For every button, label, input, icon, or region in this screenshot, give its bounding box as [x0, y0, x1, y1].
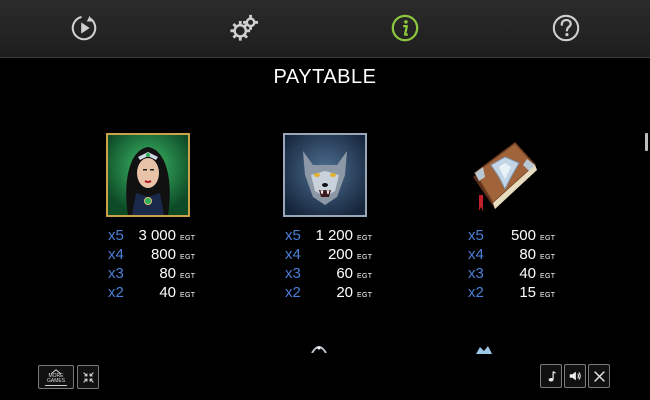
gear-icon: [230, 14, 259, 41]
pay-amount: 60: [336, 265, 353, 282]
pay-currency: EGT: [357, 235, 373, 242]
pay-row: x4 800 EGT: [108, 245, 228, 264]
pay-multiplier: x4: [468, 246, 484, 263]
pay-amount: 40: [159, 284, 176, 301]
pay-amount: 200: [327, 246, 353, 263]
help-button[interactable]: [550, 12, 582, 44]
pay-multiplier: x4: [108, 246, 124, 263]
pay-amount: 3 000: [138, 227, 176, 244]
exit-fullscreen-button[interactable]: [77, 365, 99, 389]
pay-currency: EGT: [540, 235, 556, 242]
more-games-button[interactable]: MORE GAMES: [38, 365, 74, 389]
pay-multiplier: x3: [285, 265, 301, 282]
pay-multiplier: x4: [285, 246, 301, 263]
pay-multiplier: x5: [285, 227, 301, 244]
page-title: PAYTABLE: [273, 66, 377, 88]
music-note-icon: [548, 370, 556, 382]
pay-multiplier: x2: [285, 284, 301, 301]
pay-amount: 15: [519, 284, 536, 301]
close-button[interactable]: [588, 364, 610, 388]
pay-amount: 40: [519, 265, 536, 282]
spellbook-symbol-icon: [463, 137, 547, 221]
pay-amount: 20: [336, 284, 353, 301]
pay-currency: EGT: [357, 273, 373, 280]
settings-button[interactable]: [228, 12, 260, 44]
info-icon: [391, 14, 419, 42]
spellbook-paytable: x5 500 EGT x4 80 EGT x3 40 EGT x2 15 EGT: [468, 226, 588, 302]
pay-currency: EGT: [357, 254, 373, 261]
pay-row: x4 80 EGT: [468, 245, 588, 264]
pay-row: x3 80 EGT: [108, 264, 228, 283]
top-menu-bar: [0, 0, 650, 58]
pay-amount: 800: [150, 246, 176, 263]
pay-currency: EGT: [540, 254, 556, 261]
pay-multiplier: x3: [108, 265, 124, 282]
sorceress-symbol-icon: [106, 133, 190, 217]
close-icon: [593, 370, 605, 382]
pay-currency: EGT: [540, 273, 556, 280]
pay-currency: EGT: [180, 235, 196, 242]
pay-row: x5 500 EGT: [468, 226, 588, 245]
partial-symbol-icon: [475, 341, 493, 354]
pay-multiplier: x3: [468, 265, 484, 282]
collapse-icon: [82, 371, 94, 383]
pay-multiplier: x2: [468, 284, 484, 301]
pay-row: x2 20 EGT: [285, 283, 405, 302]
pay-currency: EGT: [180, 254, 196, 261]
pay-currency: EGT: [540, 292, 556, 299]
pay-currency: EGT: [357, 292, 373, 299]
sound-button[interactable]: [564, 364, 586, 388]
help-icon: [552, 14, 580, 42]
pay-row: x5 3 000 EGT: [108, 226, 228, 245]
speaker-icon: [569, 371, 581, 381]
info-button[interactable]: [389, 12, 421, 44]
partial-symbol-icon: [311, 340, 327, 354]
music-button[interactable]: [540, 364, 562, 388]
wolf-symbol-icon: [283, 133, 367, 217]
replay-button[interactable]: [68, 12, 100, 44]
pay-currency: EGT: [180, 292, 196, 299]
pay-currency: EGT: [180, 273, 196, 280]
more-games-label-2: GAMES: [46, 377, 66, 384]
scrollbar[interactable]: [645, 133, 648, 151]
pay-row: x2 15 EGT: [468, 283, 588, 302]
sorceress-paytable: x5 3 000 EGT x4 800 EGT x3 80 EGT x2 40 EGT: [108, 226, 228, 302]
pay-row: x5 1 200 EGT: [285, 226, 405, 245]
pay-row: x4 200 EGT: [285, 245, 405, 264]
wolf-paytable: x5 1 200 EGT x4 200 EGT x3 60 EGT x2 20 EGT: [285, 226, 405, 302]
pay-row: x3 60 EGT: [285, 264, 405, 283]
pay-amount: 500: [510, 227, 536, 244]
pay-multiplier: x5: [108, 227, 124, 244]
pay-row: x3 40 EGT: [468, 264, 588, 283]
pay-multiplier: x2: [108, 284, 124, 301]
pay-amount: 1 200: [315, 227, 353, 244]
pay-row: x2 40 EGT: [108, 283, 228, 302]
pay-multiplier: x5: [468, 227, 484, 244]
replay-icon: [71, 15, 97, 41]
pay-amount: 80: [159, 265, 176, 282]
pay-amount: 80: [519, 246, 536, 263]
